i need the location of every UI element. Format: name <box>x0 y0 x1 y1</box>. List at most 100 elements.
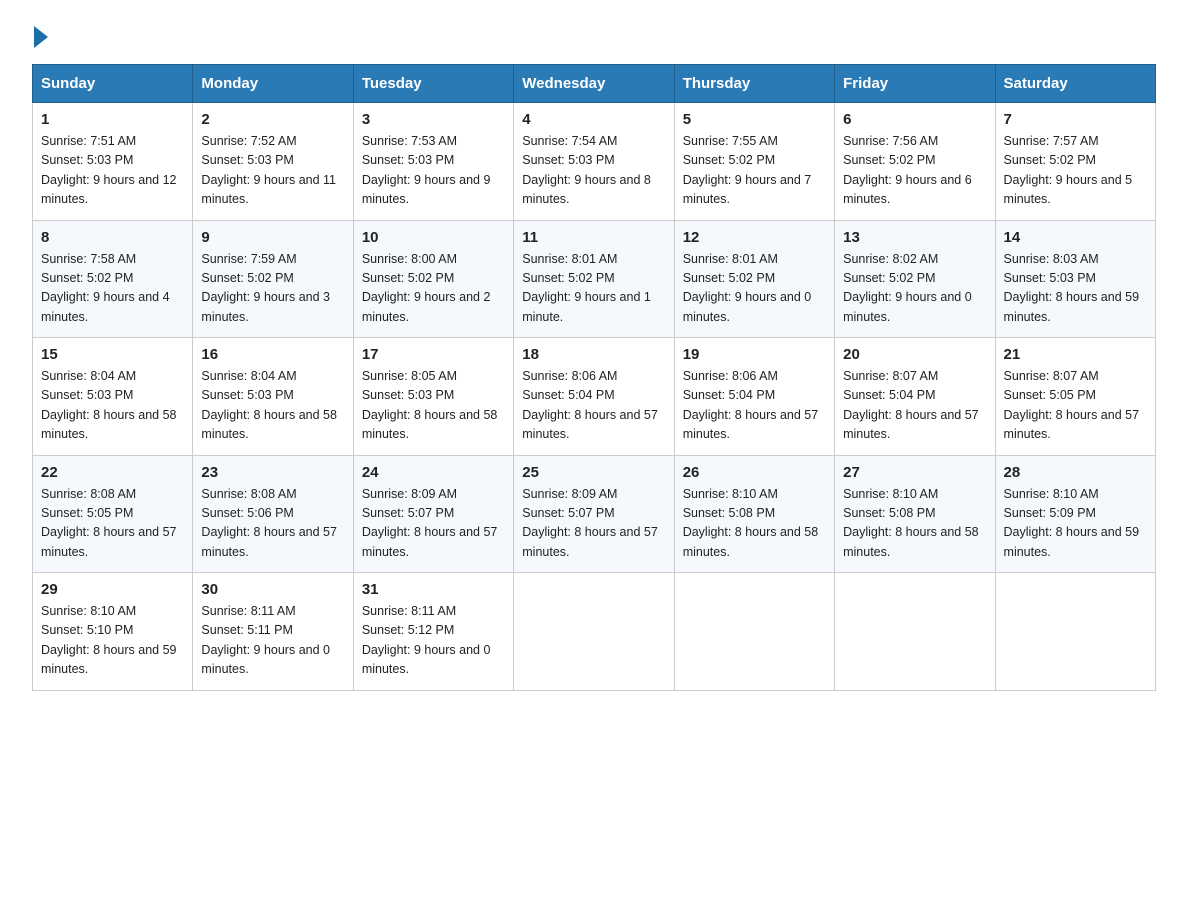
day-info: Sunrise: 7:55 AMSunset: 5:02 PMDaylight:… <box>683 134 812 206</box>
day-info: Sunrise: 8:01 AMSunset: 5:02 PMDaylight:… <box>522 252 651 324</box>
day-number: 18 <box>522 346 665 363</box>
calendar-cell: 7Sunrise: 7:57 AMSunset: 5:02 PMDaylight… <box>995 103 1155 221</box>
calendar-cell <box>514 573 674 691</box>
day-number: 22 <box>41 464 184 481</box>
day-info: Sunrise: 7:51 AMSunset: 5:03 PMDaylight:… <box>41 134 177 206</box>
day-number: 2 <box>201 111 344 128</box>
weekday-header-thursday: Thursday <box>674 65 834 103</box>
day-number: 16 <box>201 346 344 363</box>
calendar-cell: 26 Sunrise: 8:10 AMSunset: 5:08 PMDayligh… <box>674 455 834 573</box>
day-number: 20 <box>843 346 986 363</box>
day-number: 9 <box>201 229 344 246</box>
day-number: 30 <box>201 581 344 598</box>
calendar-cell: 19 Sunrise: 8:06 AMSunset: 5:04 PMDayligh… <box>674 338 834 456</box>
calendar-cell: 27 Sunrise: 8:10 AMSunset: 5:08 PMDayligh… <box>835 455 995 573</box>
day-info: Sunrise: 8:07 AMSunset: 5:05 PMDaylight:… <box>1004 369 1140 441</box>
calendar-cell: 9 Sunrise: 7:59 AMSunset: 5:02 PMDaylight… <box>193 220 353 338</box>
weekday-header-wednesday: Wednesday <box>514 65 674 103</box>
day-info: Sunrise: 8:10 AMSunset: 5:08 PMDaylight:… <box>843 487 979 559</box>
day-info: Sunrise: 8:02 AMSunset: 5:02 PMDaylight:… <box>843 252 972 324</box>
day-info: Sunrise: 8:01 AMSunset: 5:02 PMDaylight:… <box>683 252 812 324</box>
calendar-cell: 5 Sunrise: 7:55 AMSunset: 5:02 PMDaylight… <box>674 103 834 221</box>
day-info: Sunrise: 8:05 AMSunset: 5:03 PMDaylight:… <box>362 369 498 441</box>
calendar-cell: 21Sunrise: 8:07 AMSunset: 5:05 PMDayligh… <box>995 338 1155 456</box>
page-header <box>32 24 1156 46</box>
day-info: Sunrise: 8:04 AMSunset: 5:03 PMDaylight:… <box>41 369 177 441</box>
day-number: 11 <box>522 229 665 246</box>
day-number: 27 <box>843 464 986 481</box>
calendar-cell: 16 Sunrise: 8:04 AMSunset: 5:03 PMDayligh… <box>193 338 353 456</box>
calendar-cell <box>674 573 834 691</box>
calendar-cell: 28 Sunrise: 8:10 AMSunset: 5:09 PMDayligh… <box>995 455 1155 573</box>
calendar-cell: 15Sunrise: 8:04 AMSunset: 5:03 PMDayligh… <box>33 338 193 456</box>
calendar-cell: 10Sunrise: 8:00 AMSunset: 5:02 PMDayligh… <box>353 220 513 338</box>
day-number: 19 <box>683 346 826 363</box>
day-number: 5 <box>683 111 826 128</box>
calendar-cell: 18Sunrise: 8:06 AMSunset: 5:04 PMDayligh… <box>514 338 674 456</box>
day-info: Sunrise: 8:07 AMSunset: 5:04 PMDaylight:… <box>843 369 979 441</box>
day-info: Sunrise: 7:59 AMSunset: 5:02 PMDaylight:… <box>201 252 330 324</box>
calendar-cell: 31 Sunrise: 8:11 AMSunset: 5:12 PMDayligh… <box>353 573 513 691</box>
calendar-cell: 8Sunrise: 7:58 AMSunset: 5:02 PMDaylight… <box>33 220 193 338</box>
calendar-header: SundayMondayTuesdayWednesdayThursdayFrid… <box>33 65 1156 103</box>
day-info: Sunrise: 8:11 AMSunset: 5:12 PMDaylight:… <box>362 604 491 676</box>
weekday-header-friday: Friday <box>835 65 995 103</box>
calendar-cell: 14 Sunrise: 8:03 AMSunset: 5:03 PMDayligh… <box>995 220 1155 338</box>
weekday-header-row: SundayMondayTuesdayWednesdayThursdayFrid… <box>33 65 1156 103</box>
day-number: 13 <box>843 229 986 246</box>
calendar-cell: 6 Sunrise: 7:56 AMSunset: 5:02 PMDaylight… <box>835 103 995 221</box>
calendar-cell: 20 Sunrise: 8:07 AMSunset: 5:04 PMDayligh… <box>835 338 995 456</box>
day-info: Sunrise: 8:10 AMSunset: 5:09 PMDaylight:… <box>1004 487 1140 559</box>
day-info: Sunrise: 8:10 AMSunset: 5:10 PMDaylight:… <box>41 604 177 676</box>
day-number: 29 <box>41 581 184 598</box>
calendar-cell: 2 Sunrise: 7:52 AMSunset: 5:03 PMDaylight… <box>193 103 353 221</box>
day-info: Sunrise: 8:11 AMSunset: 5:11 PMDaylight:… <box>201 604 330 676</box>
day-info: Sunrise: 7:56 AMSunset: 5:02 PMDaylight:… <box>843 134 972 206</box>
day-info: Sunrise: 8:08 AMSunset: 5:05 PMDaylight:… <box>41 487 177 559</box>
calendar-week-row: 8Sunrise: 7:58 AMSunset: 5:02 PMDaylight… <box>33 220 1156 338</box>
day-number: 1 <box>41 111 184 128</box>
day-number: 23 <box>201 464 344 481</box>
calendar-cell: 12Sunrise: 8:01 AMSunset: 5:02 PMDayligh… <box>674 220 834 338</box>
day-number: 6 <box>843 111 986 128</box>
calendar-cell: 13 Sunrise: 8:02 AMSunset: 5:02 PMDayligh… <box>835 220 995 338</box>
day-number: 14 <box>1004 229 1147 246</box>
calendar-cell: 11 Sunrise: 8:01 AMSunset: 5:02 PMDayligh… <box>514 220 674 338</box>
calendar-cell: 24 Sunrise: 8:09 AMSunset: 5:07 PMDayligh… <box>353 455 513 573</box>
day-info: Sunrise: 7:53 AMSunset: 5:03 PMDaylight:… <box>362 134 491 206</box>
day-number: 17 <box>362 346 505 363</box>
day-number: 8 <box>41 229 184 246</box>
day-number: 28 <box>1004 464 1147 481</box>
day-info: Sunrise: 7:52 AMSunset: 5:03 PMDaylight:… <box>201 134 336 206</box>
calendar-week-row: 29 Sunrise: 8:10 AMSunset: 5:10 PMDayligh… <box>33 573 1156 691</box>
day-info: Sunrise: 8:06 AMSunset: 5:04 PMDaylight:… <box>683 369 819 441</box>
day-number: 4 <box>522 111 665 128</box>
weekday-header-tuesday: Tuesday <box>353 65 513 103</box>
day-info: Sunrise: 8:09 AMSunset: 5:07 PMDaylight:… <box>362 487 498 559</box>
day-number: 26 <box>683 464 826 481</box>
calendar-cell: 23Sunrise: 8:08 AMSunset: 5:06 PMDayligh… <box>193 455 353 573</box>
day-info: Sunrise: 8:04 AMSunset: 5:03 PMDaylight:… <box>201 369 337 441</box>
day-number: 24 <box>362 464 505 481</box>
calendar-cell: 22 Sunrise: 8:08 AMSunset: 5:05 PMDayligh… <box>33 455 193 573</box>
calendar-cell <box>995 573 1155 691</box>
calendar-cell: 1 Sunrise: 7:51 AMSunset: 5:03 PMDaylight… <box>33 103 193 221</box>
weekday-header-monday: Monday <box>193 65 353 103</box>
weekday-header-sunday: Sunday <box>33 65 193 103</box>
day-info: Sunrise: 7:54 AMSunset: 5:03 PMDaylight:… <box>522 134 651 206</box>
calendar-week-row: 22 Sunrise: 8:08 AMSunset: 5:05 PMDayligh… <box>33 455 1156 573</box>
day-number: 25 <box>522 464 665 481</box>
day-info: Sunrise: 8:10 AMSunset: 5:08 PMDaylight:… <box>683 487 819 559</box>
calendar-cell: 4 Sunrise: 7:54 AMSunset: 5:03 PMDaylight… <box>514 103 674 221</box>
day-info: Sunrise: 8:09 AMSunset: 5:07 PMDaylight:… <box>522 487 658 559</box>
day-info: Sunrise: 8:03 AMSunset: 5:03 PMDaylight:… <box>1004 252 1140 324</box>
calendar-cell: 25 Sunrise: 8:09 AMSunset: 5:07 PMDayligh… <box>514 455 674 573</box>
logo-arrow-icon <box>34 26 48 48</box>
calendar-body: 1 Sunrise: 7:51 AMSunset: 5:03 PMDaylight… <box>33 103 1156 691</box>
calendar-week-row: 15Sunrise: 8:04 AMSunset: 5:03 PMDayligh… <box>33 338 1156 456</box>
calendar-cell: 29 Sunrise: 8:10 AMSunset: 5:10 PMDayligh… <box>33 573 193 691</box>
day-number: 31 <box>362 581 505 598</box>
day-number: 7 <box>1004 111 1147 128</box>
logo <box>32 24 48 46</box>
weekday-header-saturday: Saturday <box>995 65 1155 103</box>
